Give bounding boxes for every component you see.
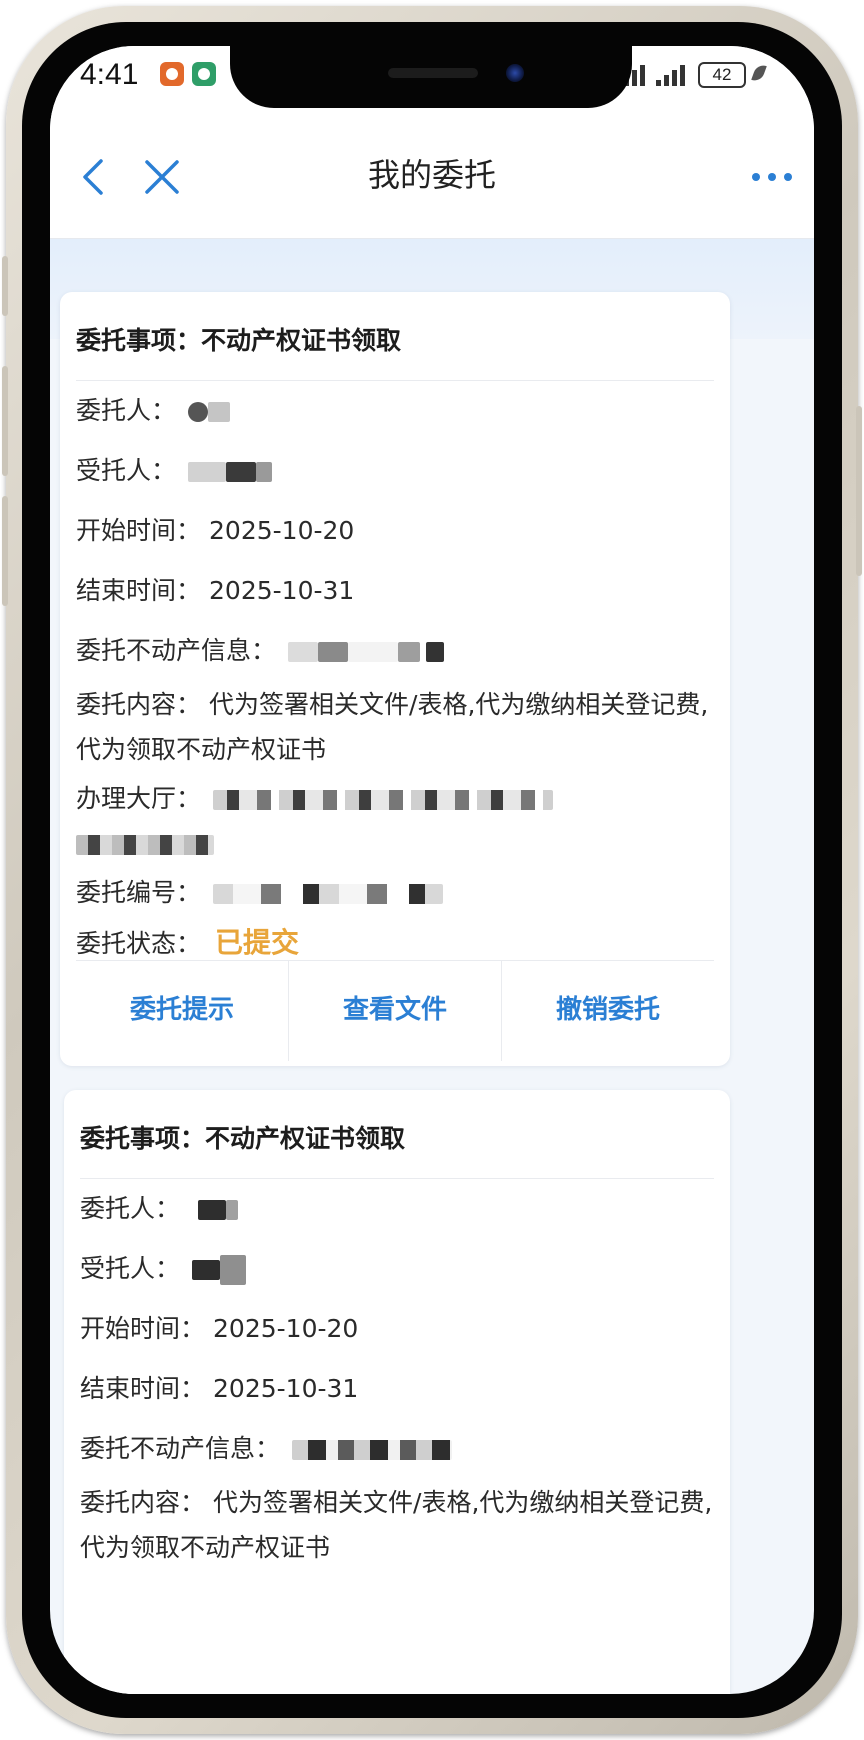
end-time-row: 结束时间： 2025-10-31 <box>76 566 714 616</box>
redacted-principal-2a <box>197 1200 226 1220</box>
property-info-label: 委托不动产信息： <box>76 636 277 665</box>
view-files-button[interactable]: 查看文件 <box>289 961 502 1061</box>
redacted-property-b <box>317 642 348 662</box>
hall-row: 办理大厅： <box>76 776 714 866</box>
item-label-2: 委托事项： <box>80 1124 206 1153</box>
battery-icon: 42 <box>698 62 746 88</box>
card-actions: 委托提示 查看文件 撤销委托 <box>76 960 714 1061</box>
redacted-number <box>212 884 443 904</box>
start-time-value-2: 2025-10-20 <box>213 1314 359 1343</box>
redacted-property-e <box>425 642 444 662</box>
redacted-principal-b <box>207 402 230 422</box>
agent-label-2: 受托人： <box>80 1254 181 1283</box>
number-label: 委托编号： <box>76 878 202 907</box>
more-icon <box>752 173 792 181</box>
back-button[interactable] <box>64 116 124 238</box>
revoke-entrustment-button[interactable]: 撤销委托 <box>502 961 714 1061</box>
start-time-label-2: 开始时间： <box>80 1314 206 1343</box>
notch <box>230 46 632 108</box>
leaf-icon <box>751 62 767 84</box>
redacted-property-a <box>287 642 318 662</box>
number-row: 委托编号： <box>76 868 714 918</box>
redacted-hall-b <box>76 835 214 855</box>
power-button <box>856 406 862 576</box>
principal-row: 委托人： <box>76 386 714 436</box>
hall-label: 办理大厅： <box>76 784 202 813</box>
redacted-agent-c <box>255 462 272 482</box>
principal-row-2: 委托人： <box>80 1184 714 1234</box>
content-row-2: 委托内容： 代为签署相关文件/表格,代为缴纳相关登记费,代为领取不动产权证书 <box>80 1480 714 1570</box>
start-time-row: 开始时间： 2025-10-20 <box>76 506 714 556</box>
principal-label: 委托人： <box>76 396 177 425</box>
screen: 4:41 42 我的委托 委托事项：不动产权证书领取 委托人： 受托人： 开始时… <box>50 46 814 1694</box>
end-time-row-2: 结束时间： 2025-10-31 <box>80 1364 714 1414</box>
end-time-label-2: 结束时间： <box>80 1374 206 1403</box>
front-camera <box>506 64 524 82</box>
status-time: 4:41 <box>80 58 139 91</box>
redacted-property-d <box>397 642 420 662</box>
redacted-property-2 <box>291 1440 452 1460</box>
end-time-label: 结束时间： <box>76 576 202 605</box>
earpiece <box>388 68 478 78</box>
agent-row-2: 受托人： <box>80 1244 714 1294</box>
start-time-label: 开始时间： <box>76 516 202 545</box>
redacted-agent-2b <box>219 1255 246 1285</box>
agent-row: 受托人： <box>76 446 714 496</box>
content-row: 委托内容： 代为签署相关文件/表格,代为缴纳相关登记费,代为领取不动产权证书 <box>76 682 714 772</box>
close-button[interactable] <box>132 116 192 238</box>
end-time-value: 2025-10-31 <box>209 576 355 605</box>
status-label: 委托状态： <box>76 929 202 958</box>
content-label-2: 委托内容： <box>80 1488 206 1517</box>
end-time-value-2: 2025-10-31 <box>213 1374 359 1403</box>
start-time-row-2: 开始时间： 2025-10-20 <box>80 1304 714 1354</box>
start-time-value: 2025-10-20 <box>209 516 355 545</box>
redacted-agent-b <box>225 462 256 482</box>
volume-up-button <box>2 366 8 476</box>
agent-label: 受托人： <box>76 456 177 485</box>
redacted-property-c <box>347 642 398 662</box>
nav-bar: 我的委托 <box>50 116 814 239</box>
entrustment-card[interactable]: 委托事项：不动产权证书领取 委托人： 受托人： 开始时间： 2025-10-20 … <box>60 292 730 1066</box>
weibo-icon <box>160 62 184 86</box>
redacted-agent-2a <box>191 1260 220 1280</box>
status-badge: 已提交 <box>215 926 300 959</box>
card-title-2: 委托事项：不动产权证书领取 <box>80 1100 714 1179</box>
item-value: 不动产权证书领取 <box>201 326 402 355</box>
volume-down-button <box>2 496 8 606</box>
more-button[interactable] <box>740 116 804 238</box>
item-value-2: 不动产权证书领取 <box>205 1124 406 1153</box>
wechat-icon <box>192 62 216 86</box>
property-info-label-2: 委托不动产信息： <box>80 1434 281 1463</box>
property-info-row: 委托不动产信息： <box>76 626 714 676</box>
redacted-agent-a <box>187 462 226 482</box>
signal-icon-2 <box>656 64 690 86</box>
content-label: 委托内容： <box>76 690 202 719</box>
redacted-hall-a <box>212 790 553 810</box>
redacted-principal-2b <box>225 1200 238 1220</box>
entrustment-card-2[interactable]: 委托事项：不动产权证书领取 委托人： 受托人： 开始时间： 2025-10-20 … <box>64 1090 730 1694</box>
card-title: 委托事项：不动产权证书领取 <box>76 302 714 381</box>
close-icon <box>145 160 179 194</box>
back-arrow-icon <box>83 159 103 195</box>
redacted-principal <box>187 402 208 422</box>
principal-label-2: 委托人： <box>80 1194 181 1223</box>
property-info-row-2: 委托不动产信息： <box>80 1424 714 1474</box>
item-label: 委托事项： <box>76 326 202 355</box>
mute-switch <box>2 256 8 316</box>
entrustment-tips-button[interactable]: 委托提示 <box>76 961 289 1061</box>
